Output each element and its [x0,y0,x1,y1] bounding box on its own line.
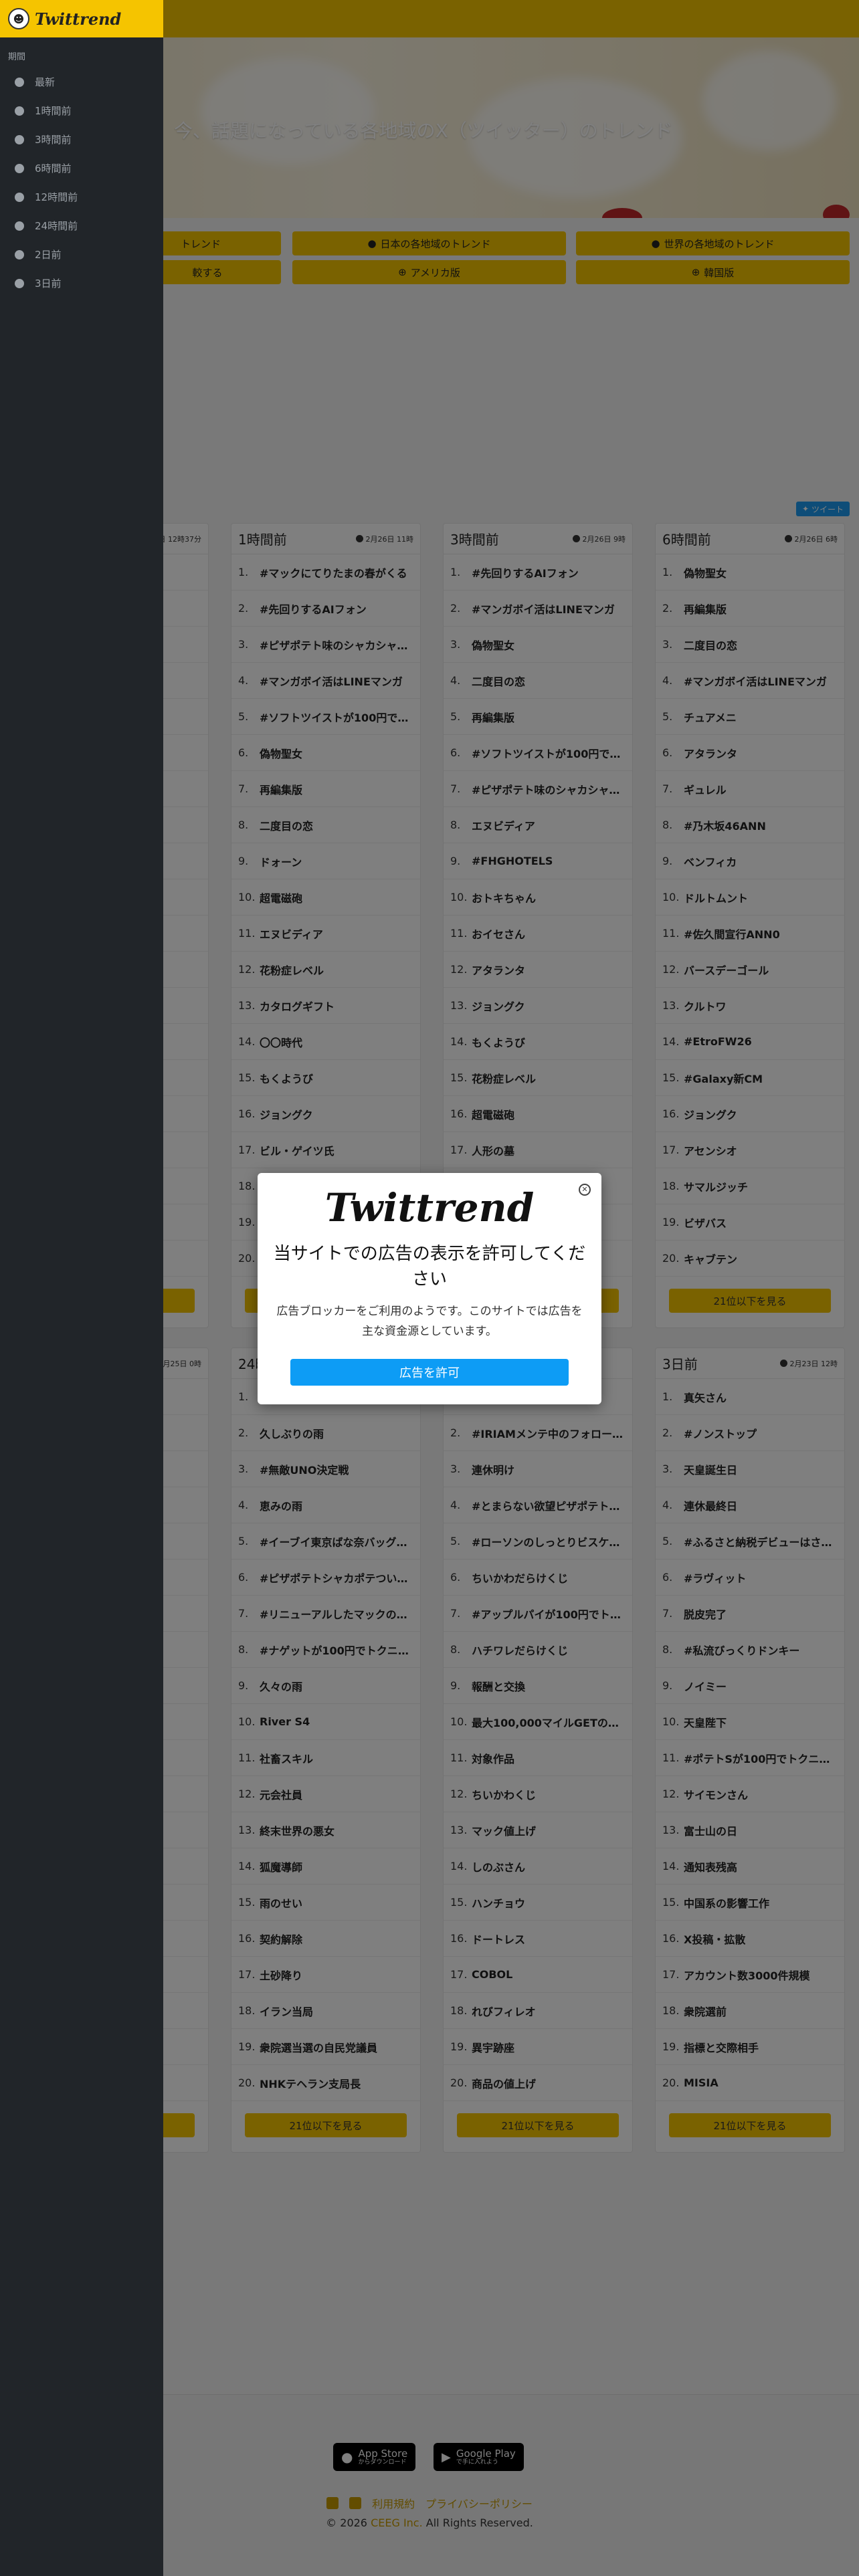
sidebar-item[interactable]: 2日前 [0,240,163,269]
sidebar-logo[interactable]: Twittrend [35,9,121,29]
clock-icon [15,249,24,259]
modal-title: 当サイトでの広告の表示を許可してください [273,1244,586,1289]
sidebar-item-label: 12時間前 [35,191,78,203]
modal-text: 広告ブロッカーをご利用のようです。このサイトでは広告を主な資金源としています。 [276,1305,583,1338]
clock-icon [15,163,24,173]
allow-ads-button[interactable]: 広告を許可 [290,1359,569,1386]
sidebar-item-label: 3時間前 [35,134,72,146]
sidebar-header: ☻ Twittrend [0,0,163,37]
sidebar-item-label: 6時間前 [35,163,72,175]
sidebar-item[interactable]: 3時間前 [0,125,163,154]
clock-icon [15,134,24,144]
clock-icon [15,221,24,231]
sidebar-item[interactable]: 24時間前 [0,211,163,240]
modal-logo: Twittrend [324,1185,535,1230]
sidebar-item[interactable]: 最新 [0,68,163,96]
sidebar-item[interactable]: 6時間前 [0,154,163,183]
sidebar-item-label: 2日前 [35,249,62,261]
sidebar-item[interactable]: 12時間前 [0,183,163,211]
sidebar-item[interactable]: 1時間前 [0,96,163,125]
sidebar-item-label: 3日前 [35,278,62,290]
logo-icon: ☻ [8,8,29,29]
clock-icon [15,192,24,202]
sidebar-item-label: 最新 [35,76,56,88]
sidebar-section-label: 期間 [8,52,26,62]
ad-permission-modal: ✕ Twittrend 当サイトでの広告の表示を許可してください 広告ブロッカー… [258,1173,601,1404]
sidebar-item-label: 1時間前 [35,105,72,117]
clock-icon [15,278,24,288]
sidebar: ☻ Twittrend 期間 最新 1時間前 3時間前 6時間前 12時間前 24時間前 2… [0,0,163,2576]
clock-icon [15,106,24,116]
sidebar-item[interactable]: 3日前 [0,269,163,298]
clock-icon [15,77,24,87]
sidebar-item-label: 24時間前 [35,220,78,232]
